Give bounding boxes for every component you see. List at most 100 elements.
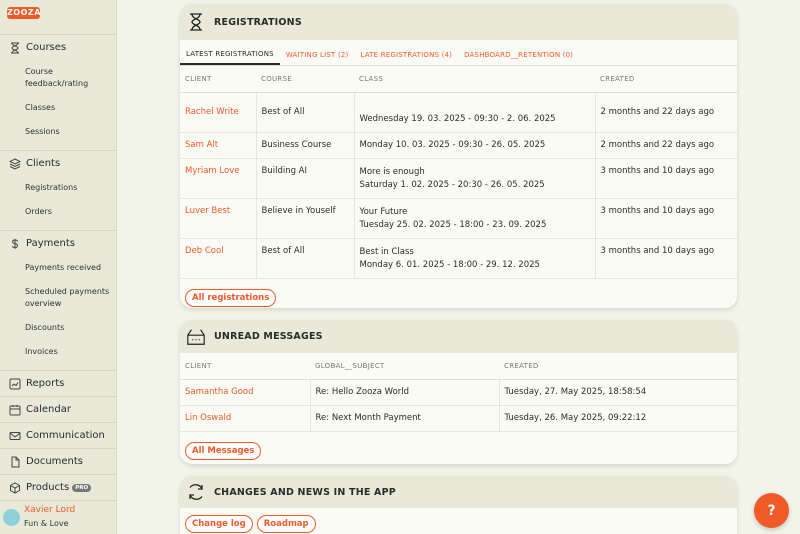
document-icon: [8, 455, 21, 468]
created-cell: 3 months and 10 days ago: [595, 198, 737, 239]
sidebar-subitem-course-feedback[interactable]: Course feedback/rating: [25, 66, 115, 90]
sidebar-item-products[interactable]: Products PRO: [0, 474, 117, 500]
tab-latest-registrations[interactable]: LATEST REGISTRATIONS: [180, 50, 280, 65]
dollar-icon: [8, 237, 21, 250]
registrations-table: CLIENT COURSE CLASS CREATED Rachel Write…: [180, 66, 737, 279]
box-icon: [8, 481, 21, 494]
column-header-subject: GLOBAL__SUBJECT: [310, 353, 499, 380]
sidebar-subitem-payments-received[interactable]: Payments received: [25, 262, 115, 274]
registrations-card: REGISTRATIONS LATEST REGISTRATIONS WAITI…: [180, 4, 737, 308]
news-header: CHANGES AND NEWS IN THE APP: [180, 476, 737, 508]
refresh-icon: [186, 482, 206, 502]
class-name: Your Future: [359, 206, 408, 217]
messages-header: UNREAD MESSAGES: [180, 320, 737, 353]
class-date: Tuesday 25. 02. 2025 - 18:00 - 23. 09. 2…: [359, 219, 547, 230]
help-icon: ?: [767, 502, 776, 519]
subject-cell[interactable]: Re: Hello Zooza World: [310, 379, 500, 406]
created-cell: 2 months and 22 days ago: [595, 132, 737, 159]
sidebar-subitem-invoices[interactable]: Invoices: [25, 346, 115, 358]
class-cell: More is enough Saturday 1. 02. 2025 - 20:…: [354, 158, 596, 199]
tab-dashboard-retention[interactable]: DASHBOARD__RETENTION (0): [458, 51, 579, 65]
sidebar-subitem-classes[interactable]: Classes: [25, 102, 115, 114]
sidebar: ZOOZA Courses Course feedback/rating Cla…: [0, 0, 117, 534]
zooza-logo[interactable]: ZOOZA: [7, 7, 40, 19]
tab-late-registrations[interactable]: LATE REGISTRATIONS (4): [354, 51, 458, 65]
client-link[interactable]: Lin Oswald: [180, 405, 311, 432]
column-header-client: CLIENT: [180, 353, 310, 380]
created-cell: 3 months and 10 days ago: [595, 238, 737, 279]
sidebar-item-label: Reports: [26, 378, 65, 389]
sidebar-subitem-discounts[interactable]: Discounts: [25, 322, 115, 334]
column-header-created: CREATED: [499, 353, 737, 380]
table-row: Deb Cool Best of All Best in Class Monday…: [180, 238, 737, 279]
sidebar-subitem-registrations[interactable]: Registrations: [25, 182, 115, 194]
column-header-client: CLIENT: [180, 66, 256, 93]
course-cell: Best of All: [256, 238, 355, 279]
class-name: Best in Class: [359, 246, 414, 257]
mail-icon: [8, 429, 21, 442]
course-cell: Believe in Youself: [256, 198, 355, 239]
created-cell: Tuesday, 27. May 2025, 18:58:54: [499, 379, 737, 406]
sidebar-item-communication[interactable]: Communication: [0, 422, 117, 448]
column-header-class: CLASS: [354, 66, 595, 93]
table-row: Myriam Love Building AI More is enough Sa…: [180, 158, 737, 199]
client-link[interactable]: Sam Alt: [180, 132, 257, 159]
roadmap-button[interactable]: Roadmap: [256, 515, 316, 533]
sidebar-subitem-orders[interactable]: Orders: [25, 206, 115, 218]
news-card: CHANGES AND NEWS IN THE APP Change log R…: [180, 476, 737, 534]
registrations-title: REGISTRATIONS: [214, 16, 302, 28]
sidebar-item-label: Calendar: [26, 404, 71, 415]
news-title: CHANGES AND NEWS IN THE APP: [214, 486, 396, 498]
class-cell: Wednesday 19. 03. 2025 - 09:30 - 2. 06. …: [354, 92, 596, 133]
registrations-tabs: LATEST REGISTRATIONS WAITING LIST (2) LA…: [180, 40, 737, 66]
sidebar-item-calendar[interactable]: Calendar: [0, 396, 117, 422]
course-cell: Best of All: [256, 92, 355, 133]
created-cell: Tuesday, 26. May 2025, 09:22:12: [499, 405, 737, 432]
sidebar-subitem-sessions[interactable]: Sessions: [25, 126, 115, 138]
help-button[interactable]: ?: [754, 493, 789, 528]
sidebar-item-courses[interactable]: Courses: [0, 34, 117, 60]
sidebar-item-reports[interactable]: Reports: [0, 370, 117, 396]
calendar-icon: [8, 403, 21, 416]
user-name[interactable]: Xavier Lord: [24, 505, 75, 515]
sidebar-item-documents[interactable]: Documents: [0, 448, 117, 474]
sidebar-item-label: Payments: [26, 238, 75, 249]
class-date: Monday 6. 01. 2025 - 18:00 - 29. 12. 202…: [359, 259, 540, 270]
client-link[interactable]: Deb Cool: [180, 238, 257, 279]
sidebar-item-label: Clients: [26, 158, 61, 169]
layers-icon: [8, 157, 21, 170]
message-box-icon: [186, 327, 206, 347]
pro-badge: PRO: [72, 483, 92, 492]
table-row: Rachel Write Best of All Wednesday 19. 0…: [180, 92, 737, 133]
change-log-button[interactable]: Change log: [185, 515, 253, 533]
messages-title: UNREAD MESSAGES: [214, 331, 323, 342]
user-org: Fun & Love: [24, 519, 69, 528]
created-cell: 2 months and 22 days ago: [595, 92, 737, 133]
hourglass-icon: [186, 12, 206, 32]
tab-waiting-list[interactable]: WAITING LIST (2): [280, 51, 355, 65]
column-header-created: CREATED: [595, 66, 737, 93]
sidebar-item-payments[interactable]: Payments: [0, 230, 117, 256]
subject-cell[interactable]: Re: Next Month Payment: [310, 405, 500, 432]
course-cell: Building AI: [256, 158, 355, 199]
sidebar-item-label: Products: [26, 482, 70, 493]
column-header-course: COURSE: [256, 66, 354, 93]
table-row: Luver Best Believe in Youself Your Futur…: [180, 198, 737, 239]
client-link[interactable]: Rachel Write: [180, 92, 257, 133]
sidebar-subitem-scheduled-payments[interactable]: Scheduled payments overview: [25, 286, 115, 310]
sidebar-item-label: Communication: [26, 430, 105, 441]
client-link[interactable]: Luver Best: [180, 198, 257, 239]
class-name: More is enough: [359, 166, 425, 177]
client-link[interactable]: Samantha Good: [180, 379, 311, 406]
course-cell: Business Course: [256, 132, 355, 159]
registrations-header: REGISTRATIONS: [180, 4, 737, 40]
all-messages-button[interactable]: All Messages: [185, 441, 262, 460]
all-registrations-button[interactable]: All registrations: [185, 288, 277, 307]
sidebar-item-clients[interactable]: Clients: [0, 150, 117, 176]
avatar[interactable]: [3, 509, 20, 526]
client-link[interactable]: Myriam Love: [180, 158, 257, 199]
sidebar-divider: [0, 500, 117, 501]
class-date: Wednesday 19. 03. 2025 - 09:30 - 2. 06. …: [359, 113, 556, 124]
sidebar-item-label: Documents: [26, 456, 84, 467]
messages-card: UNREAD MESSAGES CLIENT GLOBAL__SUBJECT C…: [180, 320, 737, 464]
